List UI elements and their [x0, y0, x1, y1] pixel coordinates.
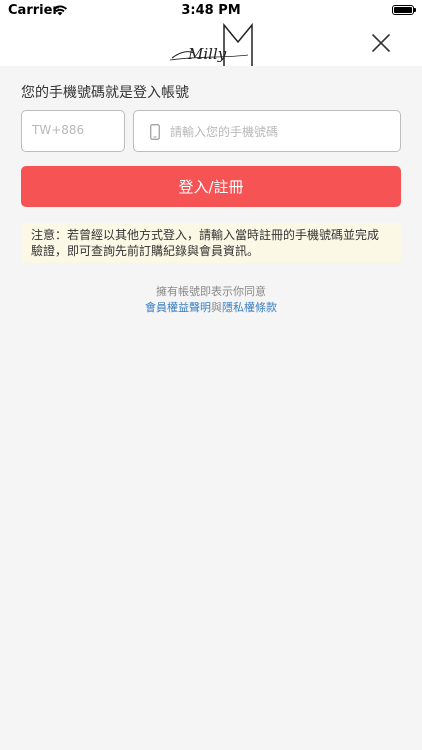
agreement-text: 擁有帳號即表示你同意 會員權益聲明與隱私權條款: [0, 284, 422, 316]
mobile-phone-icon: [150, 124, 160, 140]
clock: 3:48 PM: [181, 3, 241, 18]
svg-text:Milly: Milly: [187, 45, 227, 63]
phone-number-input[interactable]: [168, 117, 392, 147]
login-prompt: 您的手機號碼就是登入帳號: [21, 85, 189, 101]
phone-field[interactable]: [133, 110, 401, 152]
battery-icon: [392, 5, 416, 15]
close-icon[interactable]: [370, 32, 392, 54]
agreement-links: 會員權益聲明與隱私權條款: [0, 300, 422, 316]
nav-bar: Milly: [0, 22, 422, 66]
country-code-field[interactable]: TW+886: [21, 110, 125, 152]
member-terms-link[interactable]: 會員權益聲明: [145, 301, 211, 314]
privacy-policy-link[interactable]: 隱私權條款: [222, 301, 277, 314]
status-bar: Carrier 3:48 PM: [0, 0, 422, 22]
login-panel: 您的手機號碼就是登入帳號 TW+886 登入/註冊 注意：若曾經以其他方式登入，…: [0, 66, 422, 750]
notice-line-2: 驗證，即可查詢先前訂購紀錄與會員資訊。: [31, 244, 260, 258]
notice-box: 注意：若曾經以其他方式登入，請輸入當時註冊的手機號碼並完成 驗證，即可查詢先前訂…: [21, 223, 401, 263]
agreement-prefix: 擁有帳號即表示你同意: [156, 285, 266, 298]
login-register-button[interactable]: 登入/註冊: [21, 166, 401, 207]
notice-line-1: 注意：若曾經以其他方式登入，請輸入當時註冊的手機號碼並完成: [31, 228, 380, 242]
milly-logo: Milly: [169, 22, 253, 66]
agreement-connector: 與: [211, 301, 222, 314]
